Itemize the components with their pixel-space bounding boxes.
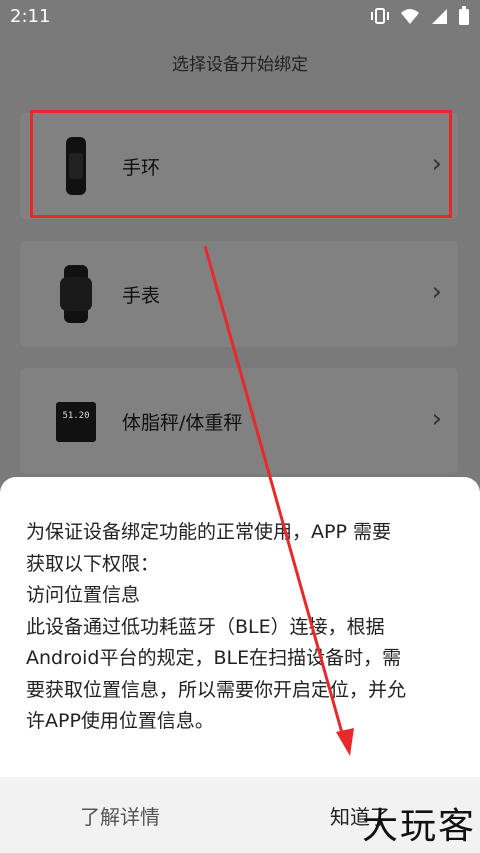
device-card-watch[interactable]: 手表 › — [20, 241, 458, 347]
dialog-line: 此设备通过低功耗蓝牙（BLE）连接，根据 — [26, 615, 385, 638]
dialog-message: 为保证设备绑定功能的正常使用，APP 需要 获取以下权限： 访问位置信息 此设备… — [26, 517, 456, 738]
highlight-box — [30, 110, 452, 218]
dialog-line: Android平台的规定，BLE在扫描设备时，需 — [26, 647, 402, 669]
page-title: 选择设备开始绑定 — [172, 54, 308, 75]
signal-icon — [430, 7, 448, 30]
device-label: 体脂秤/体重秤 — [122, 412, 243, 434]
scale-icon: 51.20 — [54, 390, 98, 452]
chevron-right-icon: › — [431, 404, 442, 434]
chevron-right-icon: › — [431, 277, 442, 307]
battery-icon — [458, 6, 470, 31]
dialog-line: 为保证设备绑定功能的正常使用，APP 需要 — [26, 521, 391, 543]
dialog-line: 要获取位置信息，所以需要你开启定位，并允 — [26, 678, 407, 701]
device-card-scale[interactable]: 51.20 体脂秤/体重秤 › — [20, 368, 458, 474]
dialog-line: 许APP使用位置信息。 — [26, 710, 214, 732]
status-bar: 2:11 — [0, 0, 480, 34]
status-icons — [370, 6, 470, 31]
watermark: 大玩客 — [361, 806, 476, 847]
status-time: 2:11 — [10, 6, 51, 27]
vibrate-icon — [370, 7, 390, 30]
device-label: 手表 — [122, 285, 161, 307]
learn-more-button[interactable]: 了解详情 — [0, 777, 240, 853]
dialog-line: 访问位置信息 — [26, 584, 141, 606]
wifi-icon — [400, 7, 420, 30]
watch-icon — [54, 263, 98, 325]
scale-display: 51.20 — [62, 411, 89, 421]
dialog-line: 获取以下权限： — [26, 552, 160, 575]
